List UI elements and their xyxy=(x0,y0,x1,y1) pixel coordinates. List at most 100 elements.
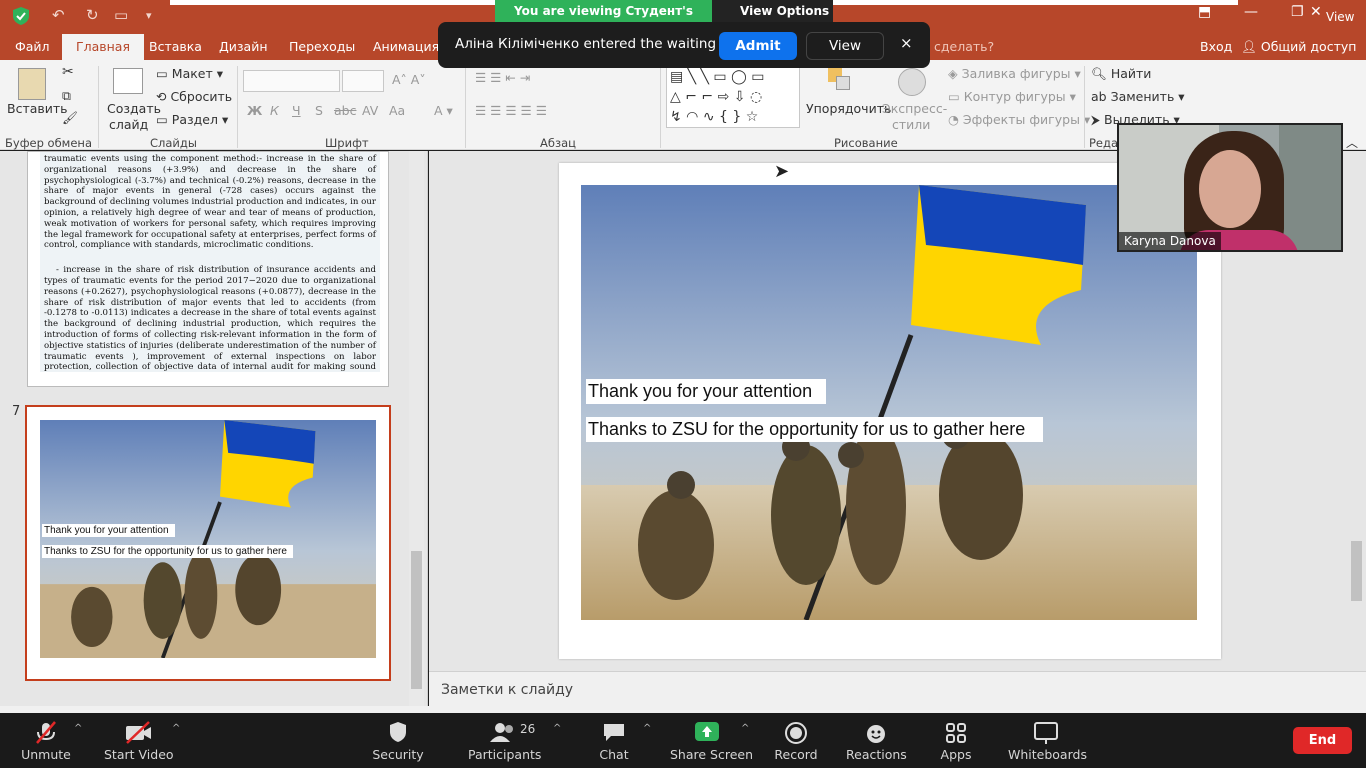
thumbnail-caption-2: Thanks to ZSU for the opportunity for us… xyxy=(42,545,293,558)
sign-in-link[interactable]: Вход xyxy=(1200,39,1232,54)
arrange-button[interactable]: Упорядочить xyxy=(806,101,891,116)
whiteboards-button[interactable]: Whiteboards xyxy=(1008,713,1087,768)
tab-insert[interactable]: Вставка xyxy=(149,39,202,54)
new-slide-button-2[interactable]: слайд xyxy=(109,117,148,132)
share-screen-label: Share Screen xyxy=(670,747,754,762)
replace-button[interactable]: ab Заменить ▾ xyxy=(1091,89,1185,104)
font-name-box[interactable] xyxy=(243,70,340,92)
editor-scrollbar[interactable] xyxy=(1349,151,1364,671)
share-caret[interactable]: ^ xyxy=(741,723,749,734)
new-slide-button[interactable]: Создать xyxy=(107,101,161,116)
close-notification-icon[interactable]: × xyxy=(900,34,913,52)
font-color-icon[interactable]: A ▾ xyxy=(434,103,453,118)
section-button[interactable]: ▭ Раздел ▾ xyxy=(156,112,228,127)
share-screen-button[interactable]: Share Screen xyxy=(670,713,754,768)
close-icon[interactable]: ✕ xyxy=(1310,4,1322,20)
bold-icon[interactable]: Ж xyxy=(247,103,262,118)
slideshow-icon[interactable]: ▭ xyxy=(114,6,128,24)
participants-caret[interactable]: ^ xyxy=(553,723,561,734)
font-grow-icon[interactable]: A˄ A˅ xyxy=(392,72,426,87)
audio-options-caret[interactable]: ^ xyxy=(74,723,82,734)
spacing-icon[interactable]: AV xyxy=(362,103,378,118)
ribbon-display-icon[interactable]: ⬒ xyxy=(1198,4,1211,20)
record-label: Record xyxy=(774,747,818,762)
share-label: Общий доступ xyxy=(1260,39,1357,54)
underline-icon[interactable]: Ч xyxy=(292,103,301,118)
shape-effects-button[interactable]: ◔ Эффекты фигуры ▾ xyxy=(948,112,1090,127)
font-size-box[interactable] xyxy=(342,70,384,92)
slide-thumbnail-6[interactable]: traumatic events using the component met… xyxy=(27,151,389,387)
minimize-icon[interactable]: — xyxy=(1244,4,1258,20)
paste-icon[interactable] xyxy=(18,68,46,100)
tab-design[interactable]: Дизайн xyxy=(219,39,268,54)
shape-fill-button[interactable]: ◈ Заливка фигуры ▾ xyxy=(948,66,1081,81)
undo-icon[interactable]: ↶ xyxy=(52,6,65,24)
shapes-gallery[interactable]: ▤ ╲ ╲ ▭ ◯ ▭ △ ⌐ ⌐ ⇨ ⇩ ◌ ↯ ◠ ∿ { } ☆ xyxy=(666,66,800,128)
slide-text-line-2[interactable]: Thanks to ZSU for the opportunity for us… xyxy=(586,417,1044,442)
participants-label: Participants xyxy=(468,747,542,762)
layout-button[interactable]: ▭ Макет ▾ xyxy=(156,66,223,81)
start-video-label: Start Video xyxy=(104,747,174,762)
unmute-button[interactable]: Unmute xyxy=(15,713,77,768)
quick-styles-icon[interactable] xyxy=(898,68,926,96)
whiteboards-label: Whiteboards xyxy=(1008,747,1087,762)
align-icons[interactable]: ☰ ☰ ☰ ☰ ☰ xyxy=(475,103,547,118)
apps-label: Apps xyxy=(940,747,972,762)
scroll-thumb[interactable] xyxy=(411,551,422,689)
tab-home[interactable]: Главная xyxy=(62,34,144,60)
slide-thumbnail-7[interactable]: Thank you for your attention Thanks to Z… xyxy=(25,405,391,681)
tab-transitions[interactable]: Переходы xyxy=(289,39,355,54)
tab-file[interactable]: Файл xyxy=(15,39,50,54)
bullets-icon[interactable]: ☰ ☰ ⇤ ⇥ xyxy=(475,70,530,85)
thumbnails-scrollbar[interactable] xyxy=(409,151,424,706)
admit-button[interactable]: Admit xyxy=(719,32,797,60)
case-icon[interactable]: Aa xyxy=(389,103,405,118)
chat-button[interactable]: Chat xyxy=(590,713,638,768)
tell-me-box[interactable]: сделать? xyxy=(934,39,994,54)
copy-icon[interactable]: ⧉ xyxy=(62,88,71,104)
start-video-button[interactable]: Start Video xyxy=(104,713,174,768)
strike-icon[interactable]: abc xyxy=(334,103,356,118)
shape-effects-label: Эффекты фигуры xyxy=(962,112,1080,127)
view-options-button[interactable]: View Options ⌄ xyxy=(712,0,833,40)
arrange-icon[interactable] xyxy=(828,68,858,96)
meeting-toolbar: Unmute ^ Start Video ^ Security 26 Parti… xyxy=(0,713,1366,768)
participant-video[interactable]: Karyna Danova xyxy=(1117,123,1343,252)
video-options-caret[interactable]: ^ xyxy=(172,723,180,734)
quick-styles-button-2[interactable]: стили xyxy=(892,117,930,132)
slide-text-line-1[interactable]: Thank you for your attention xyxy=(586,379,827,404)
reactions-button[interactable]: Reactions xyxy=(846,713,907,768)
end-meeting-button[interactable]: End xyxy=(1293,727,1352,754)
title-strip xyxy=(170,0,495,5)
tab-animations[interactable]: Анимация xyxy=(373,39,439,54)
italic-icon[interactable]: К xyxy=(270,103,279,118)
participants-button[interactable]: 26 Participants xyxy=(468,713,542,768)
chat-caret[interactable]: ^ xyxy=(643,723,651,734)
shadow-icon[interactable]: S xyxy=(315,103,323,118)
shape-outline-button[interactable]: ▭ Контур фигуры ▾ xyxy=(948,89,1076,104)
format-painter-icon[interactable]: 🖌︎ xyxy=(62,110,78,126)
participants-count: 26 xyxy=(520,722,536,736)
record-button[interactable]: Record xyxy=(770,713,822,768)
find-button[interactable]: 🔍︎ Найти xyxy=(1091,66,1151,82)
collapse-ribbon-icon[interactable]: ︿ xyxy=(1346,134,1358,151)
restore-icon[interactable]: ❐ xyxy=(1291,4,1304,20)
customize-qat-icon[interactable]: ▾ xyxy=(146,9,152,22)
new-slide-icon[interactable] xyxy=(113,68,143,94)
security-button[interactable]: Security xyxy=(369,713,427,768)
reset-button[interactable]: ⟲ Сбросить xyxy=(156,89,232,104)
notes-pane[interactable]: Заметки к слайду xyxy=(429,671,1366,707)
slide-number: 7 xyxy=(12,404,21,419)
view-waiting-room-button[interactable]: View xyxy=(806,32,884,60)
editor-scroll-thumb[interactable] xyxy=(1351,541,1362,601)
paste-button[interactable]: Вставить xyxy=(7,101,68,116)
cut-icon[interactable]: ✂ xyxy=(62,64,74,80)
redo-icon[interactable]: ↻ xyxy=(86,6,99,24)
record-icon xyxy=(770,721,822,745)
apps-button[interactable]: Apps xyxy=(932,713,980,768)
quick-styles-button[interactable]: Экспресс- xyxy=(882,101,947,116)
view-corner-label[interactable]: View xyxy=(1326,10,1354,24)
separator xyxy=(237,66,238,148)
share-button[interactable]: 👤︎ Общий доступ xyxy=(1241,39,1356,55)
slide-thumbnails-pane: traumatic events using the component met… xyxy=(0,151,428,706)
